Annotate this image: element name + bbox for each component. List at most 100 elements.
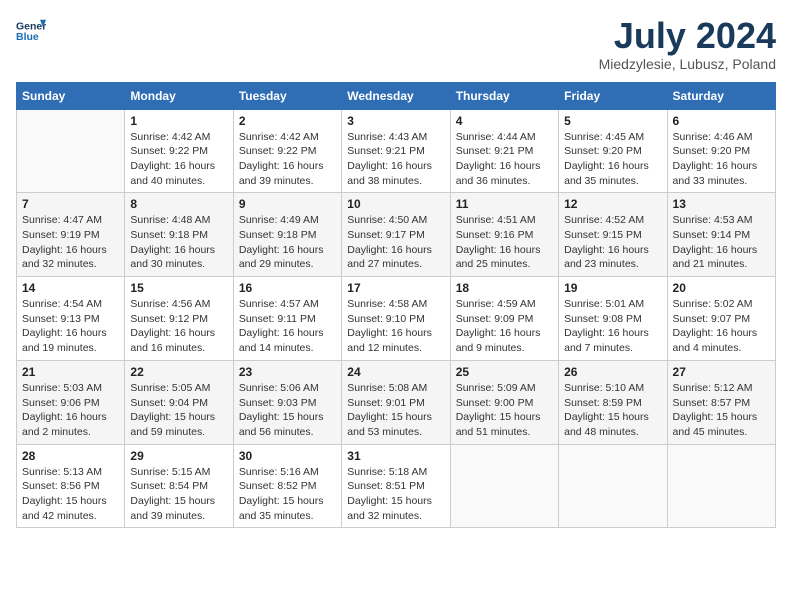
- day-number: 25: [456, 365, 553, 379]
- day-info: Sunrise: 5:06 AM Sunset: 9:03 PM Dayligh…: [239, 381, 336, 440]
- day-number: 30: [239, 449, 336, 463]
- day-number: 10: [347, 197, 444, 211]
- weekday-header-wednesday: Wednesday: [342, 82, 450, 109]
- calendar-cell: [17, 109, 125, 193]
- day-number: 26: [564, 365, 661, 379]
- svg-text:Blue: Blue: [16, 31, 39, 43]
- day-number: 6: [673, 114, 770, 128]
- calendar-cell: 23 Sunrise: 5:06 AM Sunset: 9:03 PM Dayli…: [233, 360, 341, 444]
- day-number: 11: [456, 197, 553, 211]
- day-number: 12: [564, 197, 661, 211]
- day-info: Sunrise: 4:51 AM Sunset: 9:16 PM Dayligh…: [456, 213, 553, 272]
- calendar-header-row: SundayMondayTuesdayWednesdayThursdayFrid…: [17, 82, 776, 109]
- calendar-cell: 12 Sunrise: 4:52 AM Sunset: 9:15 PM Dayli…: [559, 193, 667, 277]
- calendar-cell: 7 Sunrise: 4:47 AM Sunset: 9:19 PM Daylig…: [17, 193, 125, 277]
- week-row-4: 21 Sunrise: 5:03 AM Sunset: 9:06 PM Dayli…: [17, 360, 776, 444]
- day-info: Sunrise: 4:52 AM Sunset: 9:15 PM Dayligh…: [564, 213, 661, 272]
- day-info: Sunrise: 5:01 AM Sunset: 9:08 PM Dayligh…: [564, 297, 661, 356]
- day-number: 7: [22, 197, 119, 211]
- day-info: Sunrise: 5:15 AM Sunset: 8:54 PM Dayligh…: [130, 465, 227, 524]
- week-row-3: 14 Sunrise: 4:54 AM Sunset: 9:13 PM Dayli…: [17, 277, 776, 361]
- weekday-header-friday: Friday: [559, 82, 667, 109]
- day-number: 14: [22, 281, 119, 295]
- calendar-cell: [450, 444, 558, 528]
- calendar-cell: 2Sunrise: 4:42 AM Sunset: 9:22 PM Daylig…: [233, 109, 341, 193]
- day-info: Sunrise: 5:05 AM Sunset: 9:04 PM Dayligh…: [130, 381, 227, 440]
- day-number: 19: [564, 281, 661, 295]
- calendar-cell: 1 Sunrise: 4:42 AM Sunset: 9:22 PM Daylig…: [125, 109, 233, 193]
- calendar-cell: 4 Sunrise: 4:44 AM Sunset: 9:21 PM Daylig…: [450, 109, 558, 193]
- day-info: Sunrise: 4:54 AM Sunset: 9:13 PM Dayligh…: [22, 297, 119, 356]
- calendar-cell: 8Sunrise: 4:48 AM Sunset: 9:18 PM Daylig…: [125, 193, 233, 277]
- calendar-cell: 18Sunrise: 4:59 AM Sunset: 9:09 PM Dayli…: [450, 277, 558, 361]
- calendar-cell: 3Sunrise: 4:43 AM Sunset: 9:21 PM Daylig…: [342, 109, 450, 193]
- calendar-cell: 26 Sunrise: 5:10 AM Sunset: 8:59 PM Dayli…: [559, 360, 667, 444]
- weekday-header-thursday: Thursday: [450, 82, 558, 109]
- day-info: Sunrise: 4:43 AM Sunset: 9:21 PM Dayligh…: [347, 130, 444, 189]
- weekday-header-saturday: Saturday: [667, 82, 775, 109]
- day-info: Sunrise: 5:08 AM Sunset: 9:01 PM Dayligh…: [347, 381, 444, 440]
- day-number: 5: [564, 114, 661, 128]
- calendar-cell: 29Sunrise: 5:15 AM Sunset: 8:54 PM Dayli…: [125, 444, 233, 528]
- weekday-header-sunday: Sunday: [17, 82, 125, 109]
- day-number: 21: [22, 365, 119, 379]
- day-number: 1: [130, 114, 227, 128]
- day-number: 9: [239, 197, 336, 211]
- calendar-cell: 10 Sunrise: 4:50 AM Sunset: 9:17 PM Dayli…: [342, 193, 450, 277]
- calendar-cell: 28 Sunrise: 5:13 AM Sunset: 8:56 PM Dayli…: [17, 444, 125, 528]
- day-info: Sunrise: 4:50 AM Sunset: 9:17 PM Dayligh…: [347, 213, 444, 272]
- calendar-cell: 25 Sunrise: 5:09 AM Sunset: 9:00 PM Dayli…: [450, 360, 558, 444]
- calendar-cell: 19 Sunrise: 5:01 AM Sunset: 9:08 PM Dayli…: [559, 277, 667, 361]
- week-row-1: 1 Sunrise: 4:42 AM Sunset: 9:22 PM Daylig…: [17, 109, 776, 193]
- day-info: Sunrise: 4:53 AM Sunset: 9:14 PM Dayligh…: [673, 213, 770, 272]
- calendar-cell: [559, 444, 667, 528]
- page-header: General Blue General Blue July 2024 Mied…: [16, 16, 776, 72]
- day-info: Sunrise: 4:46 AM Sunset: 9:20 PM Dayligh…: [673, 130, 770, 189]
- day-info: Sunrise: 4:45 AM Sunset: 9:20 PM Dayligh…: [564, 130, 661, 189]
- day-info: Sunrise: 5:13 AM Sunset: 8:56 PM Dayligh…: [22, 465, 119, 524]
- title-block: July 2024 Miedzylesie, Lubusz, Poland: [599, 16, 776, 72]
- calendar-cell: 27 Sunrise: 5:12 AM Sunset: 8:57 PM Dayli…: [667, 360, 775, 444]
- calendar-cell: 24 Sunrise: 5:08 AM Sunset: 9:01 PM Dayli…: [342, 360, 450, 444]
- calendar-cell: 5 Sunrise: 4:45 AM Sunset: 9:20 PM Daylig…: [559, 109, 667, 193]
- day-info: Sunrise: 4:59 AM Sunset: 9:09 PM Dayligh…: [456, 297, 553, 356]
- day-info: Sunrise: 4:58 AM Sunset: 9:10 PM Dayligh…: [347, 297, 444, 356]
- day-number: 23: [239, 365, 336, 379]
- day-number: 4: [456, 114, 553, 128]
- calendar-cell: 13 Sunrise: 4:53 AM Sunset: 9:14 PM Dayli…: [667, 193, 775, 277]
- day-number: 27: [673, 365, 770, 379]
- week-row-5: 28 Sunrise: 5:13 AM Sunset: 8:56 PM Dayli…: [17, 444, 776, 528]
- day-info: Sunrise: 5:02 AM Sunset: 9:07 PM Dayligh…: [673, 297, 770, 356]
- day-info: Sunrise: 4:44 AM Sunset: 9:21 PM Dayligh…: [456, 130, 553, 189]
- day-info: Sunrise: 5:12 AM Sunset: 8:57 PM Dayligh…: [673, 381, 770, 440]
- calendar-cell: 16Sunrise: 4:57 AM Sunset: 9:11 PM Dayli…: [233, 277, 341, 361]
- day-info: Sunrise: 5:10 AM Sunset: 8:59 PM Dayligh…: [564, 381, 661, 440]
- day-info: Sunrise: 5:03 AM Sunset: 9:06 PM Dayligh…: [22, 381, 119, 440]
- day-info: Sunrise: 4:42 AM Sunset: 9:22 PM Dayligh…: [130, 130, 227, 189]
- day-info: Sunrise: 5:18 AM Sunset: 8:51 PM Dayligh…: [347, 465, 444, 524]
- day-number: 2: [239, 114, 336, 128]
- calendar-cell: 14 Sunrise: 4:54 AM Sunset: 9:13 PM Dayli…: [17, 277, 125, 361]
- day-info: Sunrise: 4:47 AM Sunset: 9:19 PM Dayligh…: [22, 213, 119, 272]
- calendar-cell: 30 Sunrise: 5:16 AM Sunset: 8:52 PM Dayli…: [233, 444, 341, 528]
- week-row-2: 7 Sunrise: 4:47 AM Sunset: 9:19 PM Daylig…: [17, 193, 776, 277]
- day-info: Sunrise: 4:57 AM Sunset: 9:11 PM Dayligh…: [239, 297, 336, 356]
- day-info: Sunrise: 4:48 AM Sunset: 9:18 PM Dayligh…: [130, 213, 227, 272]
- location: Miedzylesie, Lubusz, Poland: [599, 56, 776, 72]
- day-number: 31: [347, 449, 444, 463]
- calendar-cell: 20Sunrise: 5:02 AM Sunset: 9:07 PM Dayli…: [667, 277, 775, 361]
- month-title: July 2024: [599, 16, 776, 56]
- day-number: 17: [347, 281, 444, 295]
- weekday-header-monday: Monday: [125, 82, 233, 109]
- day-info: Sunrise: 4:56 AM Sunset: 9:12 PM Dayligh…: [130, 297, 227, 356]
- day-number: 28: [22, 449, 119, 463]
- day-info: Sunrise: 5:16 AM Sunset: 8:52 PM Dayligh…: [239, 465, 336, 524]
- calendar-cell: 11 Sunrise: 4:51 AM Sunset: 9:16 PM Dayli…: [450, 193, 558, 277]
- day-number: 13: [673, 197, 770, 211]
- calendar-cell: 17 Sunrise: 4:58 AM Sunset: 9:10 PM Dayli…: [342, 277, 450, 361]
- calendar-cell: 15 Sunrise: 4:56 AM Sunset: 9:12 PM Dayli…: [125, 277, 233, 361]
- day-info: Sunrise: 5:09 AM Sunset: 9:00 PM Dayligh…: [456, 381, 553, 440]
- day-number: 24: [347, 365, 444, 379]
- day-number: 15: [130, 281, 227, 295]
- calendar-table: SundayMondayTuesdayWednesdayThursdayFrid…: [16, 82, 776, 529]
